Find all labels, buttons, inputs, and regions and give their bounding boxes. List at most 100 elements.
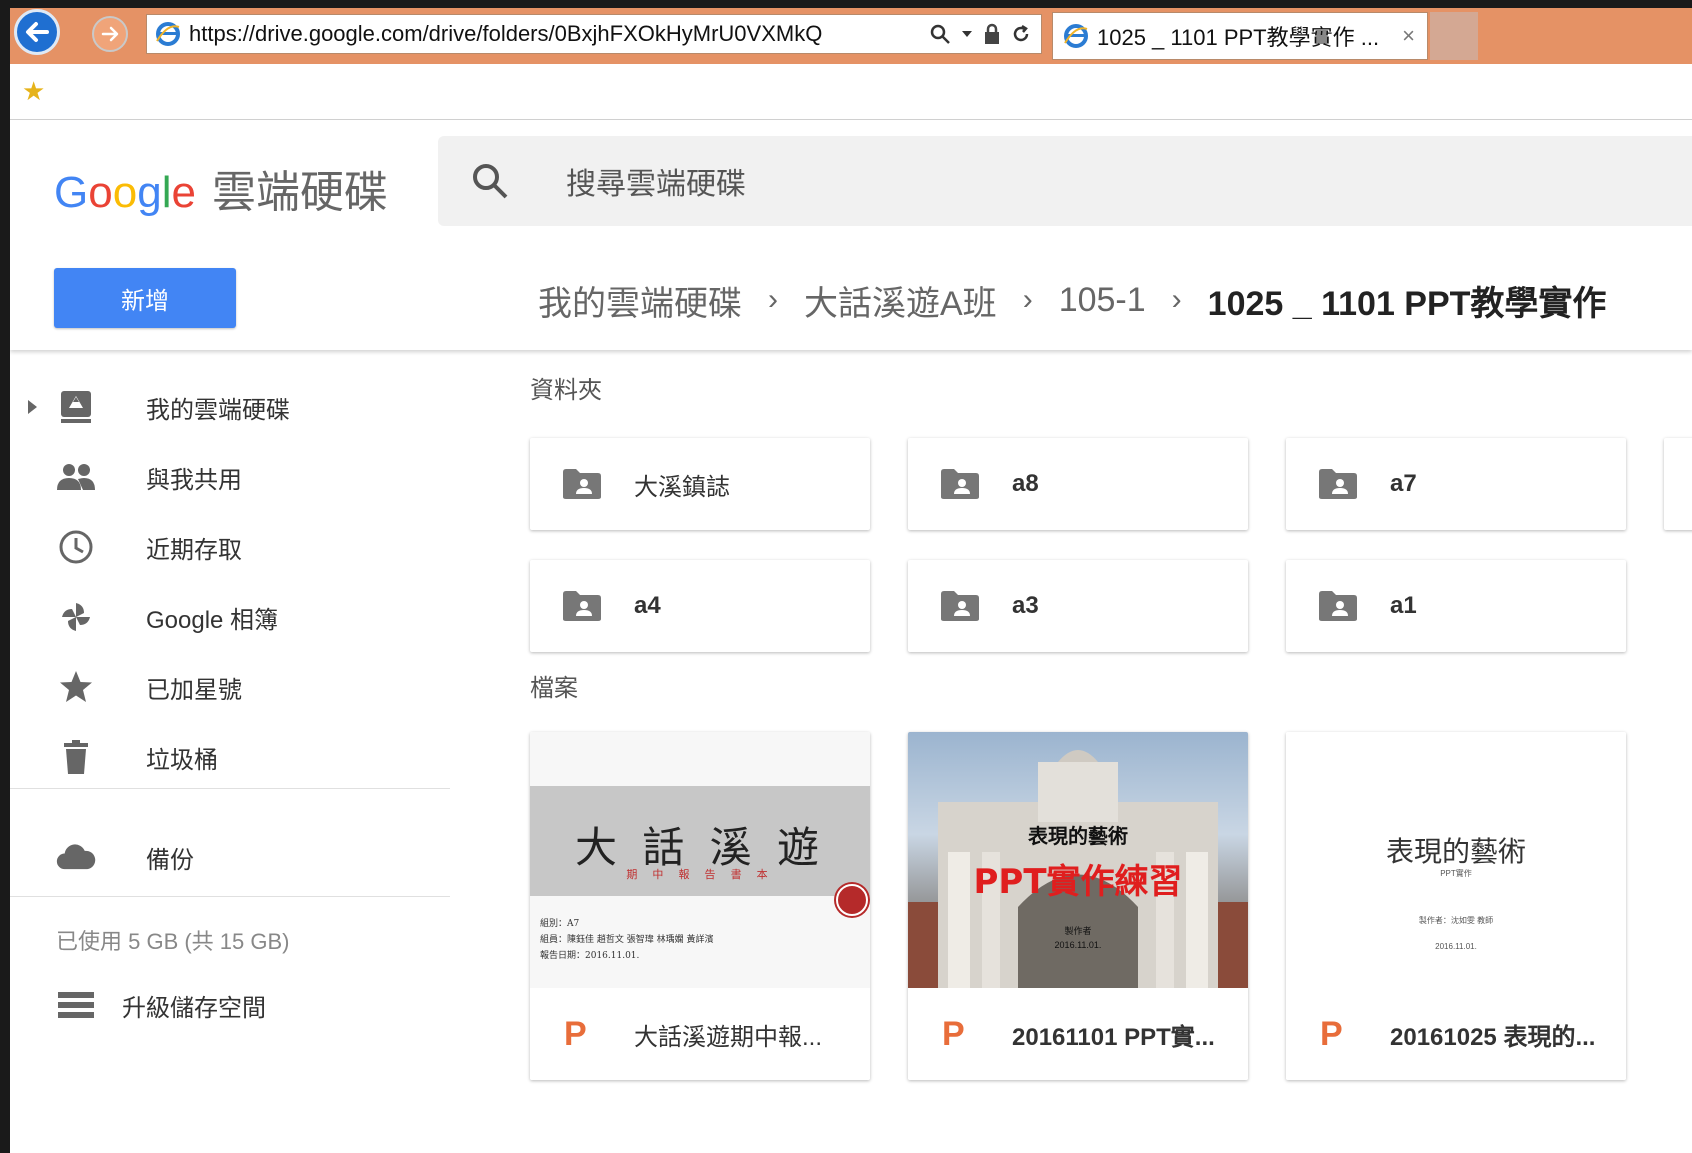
sidebar-item-recent[interactable]: 近期存取 bbox=[10, 512, 450, 582]
shared-folder-icon bbox=[941, 469, 979, 499]
arrow-right-icon bbox=[101, 26, 119, 42]
tab-close-button[interactable]: × bbox=[1402, 23, 1415, 49]
refresh-icon[interactable] bbox=[1011, 24, 1031, 44]
shared-folder-icon bbox=[1319, 591, 1357, 621]
new-tab-button[interactable] bbox=[1430, 12, 1478, 60]
breadcrumb-item[interactable]: 105-1 bbox=[1059, 281, 1146, 320]
sidebar-item-my-drive[interactable]: 我的雲端硬碟 bbox=[10, 372, 450, 442]
sidebar-item-photos[interactable]: Google 相簿 bbox=[10, 582, 450, 652]
shared-folder-icon bbox=[941, 591, 979, 621]
folders-heading: 資料夾 bbox=[530, 377, 602, 404]
sidebar-item-label: 備份 bbox=[146, 846, 194, 874]
thumb-line: 製作者 bbox=[1064, 926, 1092, 936]
pinwheel-icon bbox=[56, 597, 96, 637]
thumb-line: 組員：陳鈺佳 趙哲文 張智瑋 林瑀嫻 黃詳濱 bbox=[540, 935, 714, 945]
chevron-right-icon: › bbox=[1022, 283, 1033, 316]
breadcrumb: 我的雲端硬碟 › 大話溪遊A班 › 105-1 › 1025 _ 1101 PP… bbox=[538, 270, 1606, 330]
logo-letter: g bbox=[137, 168, 162, 217]
forward-button[interactable] bbox=[92, 16, 128, 52]
folder-item[interactable]: a7 bbox=[1286, 438, 1626, 530]
storage-usage: 已使用 5 GB (共 15 GB) bbox=[56, 929, 290, 954]
star-icon bbox=[56, 667, 96, 707]
logo-letter: G bbox=[54, 168, 89, 217]
file-item[interactable]: 表現的藝術 PPT實作 製作者：沈如雯 教師 2016.11.01. P 201… bbox=[1286, 732, 1626, 1080]
clock-icon bbox=[56, 527, 96, 567]
file-name: 20161025 表現的... bbox=[1390, 1023, 1596, 1051]
url-text[interactable]: https://drive.google.com/drive/folders/0… bbox=[189, 21, 909, 47]
browser-window: https://drive.google.com/drive/folders/0… bbox=[0, 0, 1692, 1153]
file-thumbnail: 大 話 溪 遊 期 中 報 告 書 本 組別：A7 組員：陳鈺佳 趙哲文 張智瑋… bbox=[530, 732, 870, 988]
breadcrumb-item[interactable]: 我的雲端硬碟 bbox=[538, 276, 742, 325]
file-footer: P 20161025 表現的... bbox=[1286, 988, 1626, 1080]
folder-item[interactable]: a1 bbox=[1286, 560, 1626, 652]
browser-tab[interactable]: 1025 _ 1101 PPT教學實作 ... × bbox=[1052, 12, 1428, 60]
back-button[interactable] bbox=[14, 9, 60, 55]
sidebar-item-backup[interactable]: 備份 bbox=[10, 822, 450, 892]
drive-logo[interactable]: Google 雲端硬碟 bbox=[54, 156, 388, 220]
favorites-bar: ★ bbox=[10, 64, 1692, 120]
shared-folder-icon bbox=[563, 591, 601, 621]
ie-icon bbox=[156, 22, 180, 46]
thumb-line: 2016.11.01. bbox=[1054, 940, 1102, 950]
folder-item[interactable]: 大溪鎮誌 bbox=[530, 438, 870, 530]
people-icon bbox=[56, 457, 96, 497]
favorites-star-icon[interactable]: ★ bbox=[22, 76, 45, 107]
sidebar-item-starred[interactable]: 已加星號 bbox=[10, 652, 450, 722]
chevron-right-icon: › bbox=[768, 283, 778, 316]
sidebar-item-shared[interactable]: 與我共用 bbox=[10, 442, 450, 512]
logo-letter: e bbox=[171, 168, 196, 217]
file-name: 20161101 PPT實... bbox=[1012, 1023, 1215, 1051]
seal-icon bbox=[836, 884, 868, 916]
sidebar-divider bbox=[10, 896, 450, 897]
sidebar-item-label: 與我共用 bbox=[146, 466, 242, 494]
lock-icon[interactable] bbox=[983, 23, 1001, 45]
file-thumbnail: 表現的藝術 PPT實作練習 製作者 2016.11.01. bbox=[908, 732, 1248, 988]
folder-item[interactable]: a8 bbox=[908, 438, 1248, 530]
thumb-line: 組別：A7 bbox=[540, 919, 580, 929]
search-input[interactable]: 搜尋雲端硬碟 bbox=[566, 159, 746, 203]
thumb-subtitle: PPT實作 bbox=[1440, 869, 1472, 878]
upgrade-storage-button[interactable]: 升級儲存空間 bbox=[10, 970, 450, 1040]
address-bar[interactable]: https://drive.google.com/drive/folders/0… bbox=[146, 14, 1042, 54]
thumb-subtitle: 期 中 報 告 書 本 bbox=[626, 869, 774, 881]
search-box[interactable]: 搜尋雲端硬碟 bbox=[438, 136, 1692, 226]
folder-name: a4 bbox=[634, 592, 661, 619]
sidebar-item-label: Google 相簿 bbox=[146, 606, 279, 634]
thumb-line: 製作者：沈如雯 教師 bbox=[1418, 916, 1494, 925]
cloud-icon bbox=[56, 837, 96, 877]
chevron-right-icon: › bbox=[1171, 283, 1182, 316]
sidebar-item-label: 已加星號 bbox=[146, 676, 242, 704]
folder-item[interactable]: a4 bbox=[530, 560, 870, 652]
thumb-title: 表現的藝術 bbox=[1385, 835, 1526, 868]
breadcrumb-current[interactable]: 1025 _ 1101 PPT教學實作 bbox=[1208, 276, 1607, 325]
search-icon[interactable] bbox=[929, 23, 951, 45]
search-icon[interactable] bbox=[470, 161, 510, 201]
file-item[interactable]: 表現的藝術 PPT實作練習 製作者 2016.11.01. P 20161101… bbox=[908, 732, 1248, 1080]
sidebar-item-trash[interactable]: 垃圾桶 bbox=[10, 722, 450, 792]
new-button[interactable]: 新增 bbox=[54, 268, 236, 328]
folder-name: a3 bbox=[1012, 592, 1039, 619]
dropdown-icon[interactable] bbox=[961, 28, 973, 40]
file-thumbnail: 表現的藝術 PPT實作 製作者：沈如雯 教師 2016.11.01. bbox=[1286, 732, 1626, 988]
shared-folder-icon bbox=[1319, 469, 1357, 499]
sidebar-item-label: 我的雲端硬碟 bbox=[146, 396, 290, 424]
drive-icon bbox=[56, 387, 96, 427]
drive-header: Google 雲端硬碟 搜尋雲端硬碟 新增 我的雲端硬碟 › 大話溪遊A班 › … bbox=[10, 120, 1692, 350]
folder-name: a1 bbox=[1390, 592, 1417, 619]
powerpoint-icon: P bbox=[564, 1014, 587, 1053]
thumb-line: 報告日期：2016.11.01. bbox=[540, 951, 640, 961]
sidebar: 我的雲端硬碟 與我共用 近期存取 Google 相簿 已加星號 垃圾桶 備份 已… bbox=[10, 350, 450, 1153]
arrow-left-icon bbox=[26, 22, 49, 42]
files-heading: 檔案 bbox=[530, 675, 578, 702]
thumb-title: 表現的藝術 bbox=[1028, 824, 1128, 848]
breadcrumb-item[interactable]: 大話溪遊A班 bbox=[804, 276, 997, 325]
expand-arrow-icon[interactable] bbox=[28, 400, 37, 414]
powerpoint-icon: P bbox=[942, 1014, 965, 1053]
powerpoint-icon: P bbox=[1320, 1014, 1343, 1053]
sidebar-item-label: 近期存取 bbox=[146, 536, 242, 564]
folder-item[interactable]: a3 bbox=[908, 560, 1248, 652]
file-item[interactable]: 大 話 溪 遊 期 中 報 告 書 本 組別：A7 組員：陳鈺佳 趙哲文 張智瑋… bbox=[530, 732, 870, 1080]
folder-item-partial[interactable] bbox=[1664, 438, 1692, 530]
logo-letter: l bbox=[161, 168, 172, 217]
storage-list-icon bbox=[56, 985, 96, 1025]
